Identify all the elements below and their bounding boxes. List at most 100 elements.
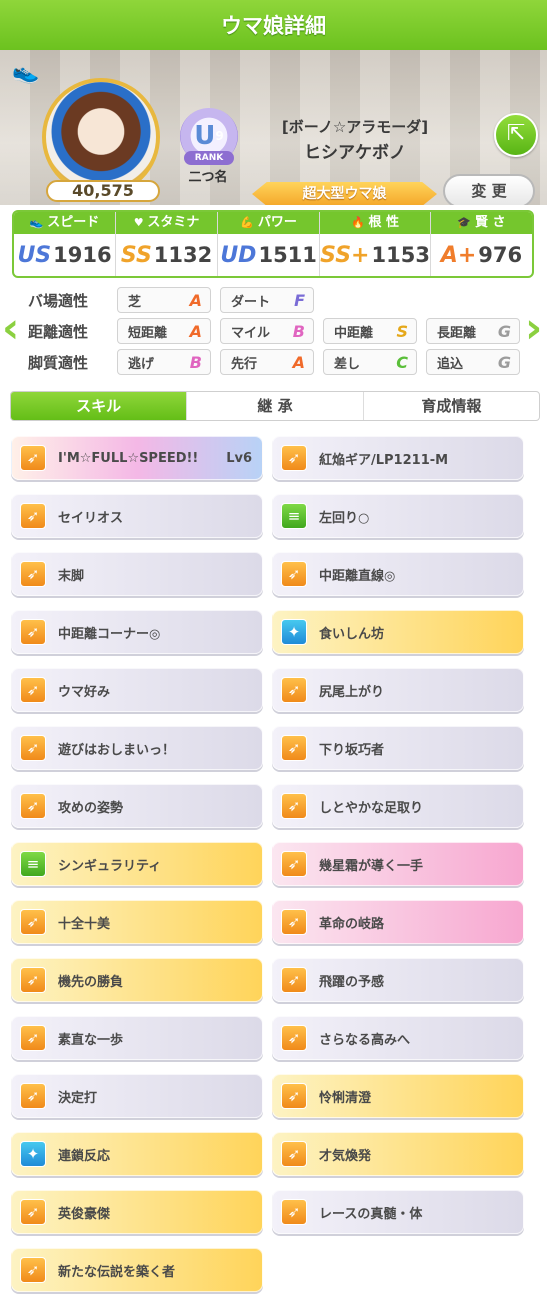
skill-icon: ✦ bbox=[20, 1141, 46, 1167]
tab-3[interactable]: 育成情報 bbox=[364, 392, 539, 420]
skill-item[interactable]: ≡ シンギュラリティ bbox=[11, 842, 263, 886]
aptitude-distance-1: 短距離 A bbox=[117, 318, 211, 344]
stat-5: 🎓 賢 さ A+ 976 bbox=[430, 212, 532, 276]
skill-name: シンギュラリティ bbox=[58, 858, 162, 874]
stat-grade: UD bbox=[220, 242, 257, 268]
skill-icon: ➶ bbox=[20, 793, 46, 819]
stat-label: パワー bbox=[257, 215, 297, 230]
skill-icon: ➶ bbox=[20, 909, 46, 935]
skill-item[interactable]: ➶ 飛躍の予感 bbox=[272, 958, 524, 1002]
stat-label: スピード bbox=[47, 215, 100, 230]
skill-item[interactable]: ➶ しとやかな足取り bbox=[272, 784, 524, 828]
skill-item[interactable]: ➶ 十全十美 bbox=[11, 900, 263, 944]
stat-label: スタミナ bbox=[147, 215, 200, 230]
aptitude-grade: F bbox=[294, 290, 305, 310]
stat-header: 👟 スピード bbox=[14, 212, 116, 234]
costume-epithet: [ボーノ☆アラモーダ] bbox=[281, 118, 429, 136]
skill-icon: ➶ bbox=[281, 445, 307, 471]
skill-name: 中距離直線◎ bbox=[319, 568, 396, 584]
stat-grade: SS bbox=[120, 242, 152, 268]
tab-2[interactable]: 継 承 bbox=[187, 392, 364, 420]
stat-2: ♥ スタミナ SS 1132 bbox=[116, 212, 219, 276]
skill-item[interactable]: ➶ 素直な一歩 bbox=[11, 1016, 263, 1060]
skill-item[interactable]: ➶ 中距離直線◎ bbox=[272, 552, 524, 596]
skill-icon: ➶ bbox=[281, 851, 307, 877]
aptitude-style-4: 追込 G bbox=[426, 349, 520, 375]
skill-item[interactable]: ➶ レースの真髄・体 bbox=[272, 1190, 524, 1234]
skill-name: 幾星霜が導く一手 bbox=[319, 858, 424, 874]
skill-icon: ➶ bbox=[281, 793, 307, 819]
skill-item[interactable]: ≡ 左回り○ bbox=[272, 494, 524, 538]
skill-icon: ✦ bbox=[281, 619, 307, 645]
skill-name: 連鎖反応 bbox=[58, 1148, 111, 1164]
previous-arrow-icon[interactable]: ‹ bbox=[2, 305, 24, 353]
stat-value: 1916 bbox=[53, 243, 112, 267]
skill-item[interactable]: ➶ 攻めの姿勢 bbox=[11, 784, 263, 828]
skill-level: Lv6 bbox=[226, 450, 252, 466]
uma-name: ヒシアケボノ bbox=[304, 143, 406, 163]
skill-item[interactable]: ➶ 末脚 bbox=[11, 552, 263, 596]
shoe-icon[interactable]: 👟 bbox=[12, 60, 42, 86]
skill-item[interactable]: ➶ 革命の岐路 bbox=[272, 900, 524, 944]
skill-icon: ➶ bbox=[281, 735, 307, 761]
flame-icon: 🔥 bbox=[351, 216, 369, 229]
skill-icon: ➶ bbox=[20, 1083, 46, 1109]
aptitude-name: ダート bbox=[231, 294, 271, 310]
skill-name: 機先の勝負 bbox=[58, 974, 124, 990]
skill-icon: ➶ bbox=[20, 1025, 46, 1051]
skill-item[interactable]: ➶ 尻尾上がり bbox=[272, 668, 524, 712]
skill-item[interactable]: ➶ 遊びはおしまいっ！ bbox=[11, 726, 263, 770]
skill-item[interactable]: ➶ 機先の勝負 bbox=[11, 958, 263, 1002]
next-arrow-icon[interactable]: › bbox=[525, 305, 547, 353]
share-button[interactable]: ⇱ bbox=[494, 113, 538, 157]
skill-icon: ➶ bbox=[281, 1141, 307, 1167]
skill-name: 飛躍の予感 bbox=[319, 974, 385, 990]
stat-header: ♥ スタミナ bbox=[116, 212, 218, 234]
stat-value: 1153 bbox=[371, 243, 430, 267]
skill-item[interactable]: ➶ 紅焔ギア/LP1211-M bbox=[272, 436, 524, 480]
stat-grade: A+ bbox=[440, 242, 477, 268]
aptitude-name: マイル bbox=[231, 325, 271, 341]
change-button[interactable]: 変 更 bbox=[443, 174, 535, 205]
skill-name: レースの真髄・体 bbox=[319, 1206, 423, 1222]
aptitude-grade: A bbox=[189, 290, 202, 310]
skill-icon: ➶ bbox=[281, 1199, 307, 1225]
skill-name: 怜悧清澄 bbox=[319, 1090, 372, 1106]
skill-icon: ➶ bbox=[20, 1257, 46, 1283]
nickname-label[interactable]: 二つ名 bbox=[176, 166, 240, 185]
stat-value: 1511 bbox=[258, 243, 317, 267]
skill-name: 中距離コーナー◎ bbox=[58, 626, 161, 642]
skill-item[interactable]: ➶ セイリオス bbox=[11, 494, 263, 538]
stat-body: SS 1132 bbox=[116, 234, 217, 276]
aptitude-grade: A bbox=[189, 321, 202, 341]
stat-body: A+ 976 bbox=[431, 234, 532, 276]
skill-icon: ➶ bbox=[20, 735, 46, 761]
skill-item[interactable]: ➶ 中距離コーナー◎ bbox=[11, 610, 263, 654]
skill-icon: ➶ bbox=[20, 445, 46, 471]
stat-value: 976 bbox=[478, 243, 523, 267]
skill-item[interactable]: ➶ さらなる高みへ bbox=[272, 1016, 524, 1060]
type-badge: 超大型ウマ娘 bbox=[252, 182, 437, 205]
stat-header: 🔥 根 性 bbox=[320, 212, 430, 234]
page-title: ウマ娘詳細 bbox=[221, 14, 326, 38]
skill-item[interactable]: ➶ 英俊豪傑 bbox=[11, 1190, 263, 1234]
aptitude-style-1: 逃げ B bbox=[117, 349, 211, 375]
skill-icon: ≡ bbox=[281, 503, 307, 529]
surface-aptitude-label: バ場適性 bbox=[28, 291, 89, 310]
skill-item[interactable]: ✦ 食いしん坊 bbox=[272, 610, 524, 654]
skill-item[interactable]: ➶ ウマ好み bbox=[11, 668, 263, 712]
stat-body: UD 1511 bbox=[218, 234, 319, 276]
tab-1[interactable]: スキル bbox=[11, 392, 188, 420]
skill-item[interactable]: ➶ 下り坂巧者 bbox=[272, 726, 524, 770]
skill-item[interactable]: ➶ 才気煥発 bbox=[272, 1132, 524, 1176]
skill-item[interactable]: ➶ 幾星霜が導く一手 bbox=[272, 842, 524, 886]
aptitude-grade: B bbox=[189, 352, 202, 372]
skill-icon: ➶ bbox=[281, 967, 307, 993]
skill-item[interactable]: ➶ 決定打 bbox=[11, 1074, 263, 1118]
skill-item[interactable]: ✦ 連鎖反応 bbox=[11, 1132, 263, 1176]
skill-item[interactable]: ➶ 新たな伝説を築く者 bbox=[11, 1248, 263, 1292]
stat-label: 根 性 bbox=[368, 215, 400, 230]
aptitude-grade: A bbox=[292, 352, 305, 372]
skill-item[interactable]: ➶ 怜悧清澄 bbox=[272, 1074, 524, 1118]
skill-item[interactable]: ➶ I'M☆FULL☆SPEED!! Lv6 bbox=[11, 436, 263, 480]
